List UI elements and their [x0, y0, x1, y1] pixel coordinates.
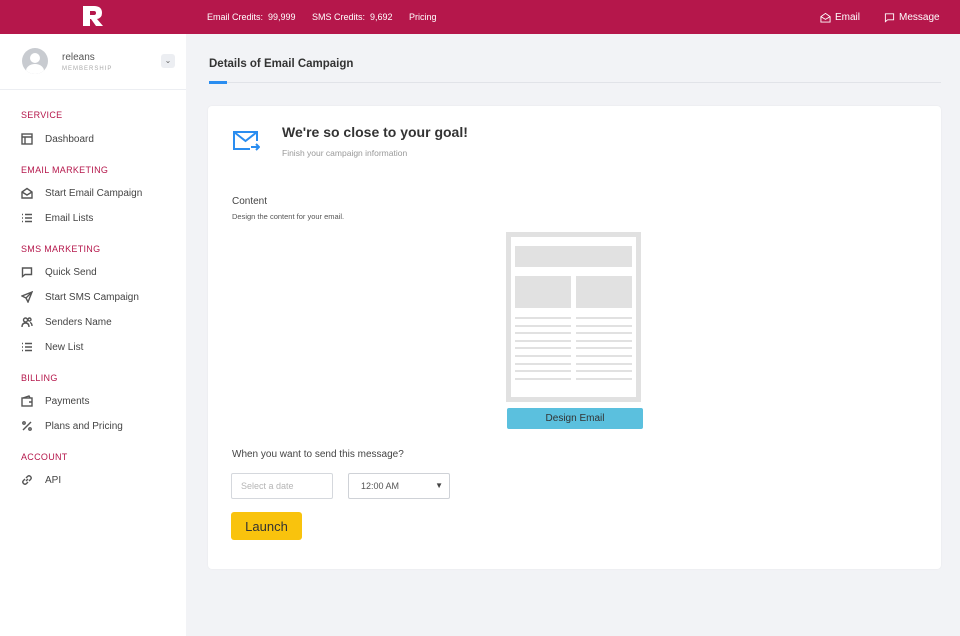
mail-send-icon	[233, 131, 260, 151]
preview-image-block	[515, 276, 571, 308]
email-credits-value: 99,999	[268, 12, 296, 22]
preview-text-line	[515, 377, 571, 380]
sidebar-item-label: New List	[45, 341, 84, 353]
sidebar-item-senders-name[interactable]: Senders Name	[20, 313, 180, 331]
sidebar-item-plans-and-pricing[interactable]: Plans and Pricing	[20, 417, 180, 435]
sidebar-item-label: Email Lists	[45, 212, 94, 224]
mail-open-icon	[20, 186, 34, 200]
sidebar-item-start-sms-campaign[interactable]: Start SMS Campaign	[20, 288, 180, 306]
user-panel: releans MEMBERSHIP ⌄	[0, 34, 186, 90]
email-credits: Email Credits: 99,999	[207, 0, 296, 34]
sidebar-item-email-lists[interactable]: Email Lists	[20, 209, 180, 227]
chat-icon	[884, 12, 895, 23]
preview-text-line	[515, 332, 571, 335]
time-select-value: 12:00 AM	[361, 481, 400, 491]
section-title-sms-marketing: SMS MARKETING	[21, 244, 101, 254]
preview-text-line	[515, 362, 571, 365]
section-title-email-marketing: EMAIL MARKETING	[21, 165, 109, 175]
goal-title: We're so close to your goal!	[282, 124, 468, 140]
sms-credits-label: SMS Credits:	[312, 12, 366, 22]
content-subtitle: Design the content for your email.	[232, 212, 345, 221]
section-title-account: ACCOUNT	[21, 452, 68, 462]
sidebar-item-label: Payments	[45, 395, 90, 407]
sidebar: releans MEMBERSHIP ⌄	[0, 34, 186, 636]
title-accent-bar	[209, 81, 227, 84]
sidebar-item-label: Quick Send	[45, 266, 97, 278]
goal-subtitle: Finish your campaign information	[282, 148, 408, 158]
list-icon	[20, 211, 34, 225]
email-link[interactable]: Email	[820, 0, 860, 34]
sidebar-item-label: Plans and Pricing	[45, 420, 123, 432]
preview-text-line	[515, 324, 571, 327]
preview-text-line	[515, 370, 571, 373]
preview-text-line	[515, 347, 571, 350]
pricing-link[interactable]: Pricing	[409, 0, 437, 34]
title-divider	[209, 82, 941, 83]
chevron-down-icon[interactable]: ⌄	[161, 54, 175, 68]
sidebar-item-label: Start Email Campaign	[45, 187, 143, 199]
sidebar-item-new-list[interactable]: New List	[20, 338, 180, 356]
wallet-icon	[20, 394, 34, 408]
message-link[interactable]: Message	[884, 0, 940, 34]
sidebar-item-start-email-campaign[interactable]: Start Email Campaign	[20, 184, 180, 202]
preview-text-line	[515, 339, 571, 342]
sidebar-item-dashboard[interactable]: Dashboard	[20, 130, 180, 148]
preview-text-line	[515, 317, 571, 319]
preview-text-line	[576, 339, 632, 342]
sidebar-item-quick-send[interactable]: Quick Send	[20, 263, 180, 281]
sidebar-item-api[interactable]: API	[20, 471, 180, 489]
sidebar-item-payments[interactable]: Payments	[20, 392, 180, 410]
user-role: MEMBERSHIP	[62, 66, 113, 72]
preview-text-line	[576, 370, 632, 373]
preview-text-line	[576, 317, 632, 319]
send-icon	[20, 290, 34, 304]
launch-button[interactable]: Launch	[231, 512, 302, 540]
preview-text-line	[576, 377, 632, 380]
layout-icon	[20, 132, 34, 146]
sms-credits: SMS Credits: 9,692	[312, 0, 393, 34]
preview-header-block	[515, 246, 632, 267]
users-icon	[20, 315, 34, 329]
message-link-label: Message	[899, 11, 940, 23]
email-template-preview[interactable]	[506, 232, 641, 402]
date-input[interactable]	[231, 473, 333, 499]
page-title: Details of Email Campaign	[209, 58, 354, 70]
preview-image-block	[576, 276, 632, 308]
sms-credits-value: 9,692	[370, 12, 393, 22]
preview-text-line	[576, 324, 632, 327]
top-bar: Email Credits: 99,999 SMS Credits: 9,692…	[0, 0, 960, 34]
email-credits-label: Email Credits:	[207, 12, 264, 22]
avatar[interactable]	[22, 48, 48, 74]
content-label: Content	[232, 196, 268, 207]
preview-text-line	[576, 355, 632, 357]
mail-open-icon	[820, 12, 831, 23]
caret-down-icon: ▼	[435, 481, 443, 490]
preview-text-line	[515, 355, 571, 357]
send-time-label: When you want to send this message?	[232, 449, 404, 460]
section-title-service: SERVICE	[21, 110, 63, 120]
percent-icon	[20, 419, 34, 433]
link-icon	[20, 473, 34, 487]
section-title-billing: BILLING	[21, 373, 58, 383]
releans-logo[interactable]	[81, 4, 105, 28]
design-email-button[interactable]: Design Email	[507, 408, 643, 429]
email-link-label: Email	[835, 11, 861, 23]
user-name: releans	[62, 52, 95, 63]
list-icon	[20, 340, 34, 354]
preview-text-line	[576, 347, 632, 350]
time-select[interactable]: 12:00 AM ▼	[348, 473, 450, 499]
sidebar-item-label: API	[45, 474, 62, 486]
sidebar-item-label: Senders Name	[45, 316, 112, 328]
preview-text-line	[576, 362, 632, 365]
chat-icon	[20, 265, 34, 279]
sidebar-item-label: Start SMS Campaign	[45, 291, 139, 303]
sidebar-item-label: Dashboard	[45, 133, 94, 145]
preview-text-line	[576, 332, 632, 335]
